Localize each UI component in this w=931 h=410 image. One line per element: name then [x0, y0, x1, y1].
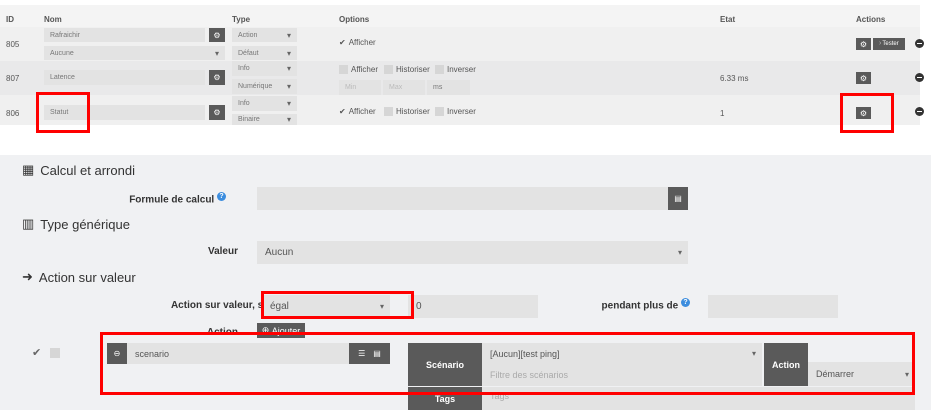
- unit-input[interactable]: ms: [427, 80, 470, 95]
- inverser-label: Inverser: [447, 107, 476, 116]
- state-value: 1: [720, 109, 725, 118]
- inverser-label: Inverser: [447, 65, 476, 74]
- table-icon: ▦: [22, 162, 35, 177]
- highlight-box: [261, 291, 414, 319]
- afficher-checkbox[interactable]: ✔ Afficher: [339, 107, 376, 116]
- afficher-label: Afficher: [348, 38, 376, 47]
- calc-title-text: Calcul et arrondi: [40, 162, 135, 178]
- parallel-checkbox[interactable]: [50, 348, 60, 358]
- building-icon: ▥: [22, 216, 35, 231]
- configure-button[interactable]: ⚙: [856, 72, 871, 84]
- duration-input[interactable]: [708, 295, 838, 318]
- row-id: 805: [6, 40, 20, 49]
- type-select[interactable]: Info: [232, 96, 297, 111]
- enabled-checkbox[interactable]: ✔: [32, 346, 41, 359]
- rss-icon: ⁾: [879, 41, 881, 48]
- historiser-checkbox[interactable]: Historiser: [384, 107, 430, 116]
- remove-icon[interactable]: [915, 39, 924, 48]
- valeur-label: Valeur: [207, 246, 238, 257]
- min-input[interactable]: Min: [339, 80, 381, 95]
- historiser-checkbox[interactable]: Historiser: [384, 65, 430, 74]
- value-select[interactable]: Aucune: [44, 46, 225, 60]
- name-input[interactable]: Latence: [44, 70, 205, 85]
- name-input[interactable]: Rafraichir: [44, 28, 205, 42]
- during-label: pendant plus de ?: [590, 298, 690, 311]
- remove-icon[interactable]: [915, 107, 924, 116]
- sign-out-icon: ➜: [22, 269, 33, 284]
- afficher-label: Afficher: [348, 107, 376, 116]
- remove-icon[interactable]: [915, 73, 924, 82]
- header-type: Type: [232, 15, 251, 24]
- calc-section-title: ▦ Calcul et arrondi: [22, 162, 135, 178]
- generic-title-text: Type générique: [40, 216, 130, 232]
- icon-picker-button[interactable]: ⚙: [209, 28, 225, 42]
- table-row: 807 Latence ⚙ Info Numérique Afficher Hi…: [0, 61, 924, 95]
- inverser-checkbox[interactable]: Inverser: [435, 65, 476, 74]
- header-actions: Actions: [856, 15, 886, 24]
- action-if-label: Action sur valeur, si: [170, 300, 266, 311]
- highlight-box: [100, 332, 915, 395]
- test-label: Tester: [882, 41, 899, 47]
- type-select[interactable]: Info: [232, 61, 297, 76]
- generic-section-title: ▥ Type générique: [22, 216, 130, 232]
- subtype-select[interactable]: Défaut: [232, 46, 297, 60]
- icon-picker-button[interactable]: ⚙: [209, 70, 225, 85]
- calculator-button[interactable]: ▤: [668, 187, 688, 210]
- compare-value-input[interactable]: 0: [408, 295, 538, 318]
- help-icon: ?: [681, 298, 690, 307]
- afficher-checkbox[interactable]: ✔ Afficher: [339, 38, 376, 47]
- row-id: 806: [6, 109, 20, 118]
- configure-button[interactable]: ⚙: [856, 38, 871, 50]
- action-section-title: ➜ Action sur valeur: [22, 269, 136, 285]
- type-select[interactable]: Action: [232, 28, 297, 42]
- icon-picker-button[interactable]: ⚙: [209, 105, 225, 120]
- subtype-select[interactable]: Binaire: [232, 114, 297, 125]
- header-nom: Nom: [44, 15, 62, 24]
- max-input[interactable]: Max: [383, 80, 425, 95]
- formula-input[interactable]: [257, 187, 668, 210]
- generic-type-select[interactable]: Aucun: [257, 241, 688, 264]
- highlight-box: [36, 92, 90, 133]
- subtype-select[interactable]: Numérique: [232, 79, 297, 94]
- row-id: 807: [6, 74, 20, 83]
- test-button[interactable]: ⁾ Tester: [873, 38, 905, 50]
- historiser-label: Historiser: [396, 65, 430, 74]
- formula-label: Formule de calcul ?: [100, 192, 226, 205]
- inverser-checkbox[interactable]: Inverser: [435, 107, 476, 116]
- header-id: ID: [6, 15, 14, 24]
- highlight-box: [840, 93, 894, 133]
- table-row: 805 Rafraichir ⚙ Aucune Action Défaut ✔A…: [0, 27, 924, 61]
- header-etat: Etat: [720, 15, 736, 24]
- help-icon: ?: [217, 192, 226, 201]
- historiser-label: Historiser: [396, 107, 430, 116]
- header-options: Options: [339, 15, 370, 24]
- table-row: 806 Statut ⚙ Info Binaire ✔Afficher Hist…: [0, 95, 924, 125]
- afficher-label: Afficher: [351, 65, 378, 74]
- afficher-checkbox[interactable]: Afficher: [339, 65, 378, 74]
- state-value: 6.33 ms: [720, 74, 749, 83]
- action-title-text: Action sur valeur: [38, 269, 136, 285]
